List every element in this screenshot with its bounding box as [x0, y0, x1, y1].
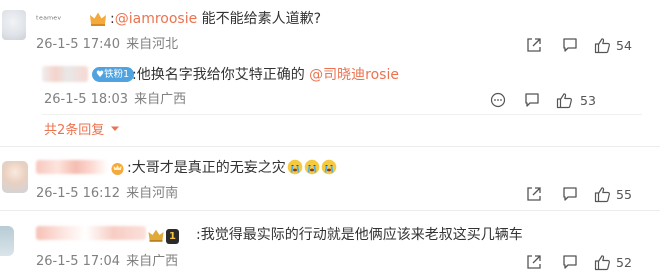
crown-icon	[148, 229, 164, 242]
share-button[interactable]	[524, 252, 544, 272]
avatar[interactable]	[0, 226, 14, 256]
reply-location: 来自广西	[134, 92, 187, 107]
thumbs-up-icon	[594, 37, 610, 53]
more-icon	[490, 92, 506, 108]
comment-time: 26-1-5 17:40	[36, 37, 121, 52]
comment-username[interactable]	[36, 226, 146, 240]
like-count: 55	[616, 187, 632, 202]
comment-location: 来自河北	[126, 37, 179, 52]
comment-item: ᵗᵉᵃᵐᵉᵛ :@iamroosie 能不能给素人道歉? 26-1-5 17:4…	[0, 0, 660, 60]
like-count: 52	[616, 255, 632, 270]
crying-emoji-icon	[304, 159, 320, 175]
share-icon	[527, 255, 541, 269]
avatar[interactable]	[2, 161, 28, 193]
like-button[interactable]	[592, 35, 612, 55]
comment-text: :大哥才是真正的无妄之灾	[127, 159, 337, 177]
reply-time: 26-1-5 18:03	[44, 92, 129, 107]
share-button[interactable]	[524, 184, 544, 204]
like-button[interactable]	[592, 184, 612, 204]
comment-icon	[563, 255, 577, 269]
comment-time: 26-1-5 17:04	[36, 254, 121, 269]
comment-location: 来自广西	[126, 254, 179, 269]
comment-button[interactable]	[560, 35, 580, 55]
comment-meta: 26-1-5 16:12 来自河南	[36, 186, 178, 202]
share-icon	[527, 187, 541, 201]
reply-text: :他换名字我给你艾特正确的 @司晓迪rosie	[132, 67, 399, 83]
reply-meta: 26-1-5 18:03 来自广西	[44, 92, 186, 108]
fan-badge: ♥铁粉1	[92, 67, 135, 82]
comment-text: :@iamroosie 能不能给素人道歉?	[110, 11, 322, 27]
thumbs-up-icon	[594, 254, 610, 270]
comment-icon	[525, 93, 539, 107]
comment-icon	[563, 38, 577, 52]
comment-location: 来自河南	[126, 186, 179, 201]
avatar[interactable]	[2, 10, 26, 40]
comment-icon	[563, 187, 577, 201]
comment-button[interactable]	[560, 184, 580, 204]
like-count: 54	[616, 38, 632, 53]
crown-icon	[111, 163, 124, 175]
comment-meta: 26-1-5 17:40 来自河北	[36, 37, 178, 53]
vip-badge: 1	[166, 229, 179, 244]
reply-divider	[42, 114, 642, 115]
comment-divider	[0, 146, 660, 147]
thumbs-up-icon	[556, 92, 572, 108]
view-replies-button[interactable]: 共2条回复	[44, 123, 120, 139]
comment-username[interactable]: ᵗᵉᵃᵐᵉᵛ	[36, 12, 62, 30]
mention-link[interactable]: @iamroosie	[115, 11, 197, 27]
crown-icon	[90, 12, 106, 26]
comment-meta: 26-1-5 17:04 来自广西	[36, 254, 178, 270]
share-icon	[527, 38, 541, 52]
like-button[interactable]	[554, 90, 574, 110]
like-count: 53	[580, 93, 596, 108]
comment-divider	[0, 210, 660, 211]
crying-emoji-icon	[321, 159, 337, 175]
mention-link[interactable]: @司晓迪rosie	[309, 67, 399, 83]
comment-button[interactable]	[522, 90, 542, 110]
more-button[interactable]	[488, 90, 508, 110]
comment-time: 26-1-5 16:12	[36, 186, 121, 201]
like-button[interactable]	[592, 252, 612, 272]
comment-item: 1 :我觉得最实际的行动就是他俩应该来老叔这买几辆车 26-1-5 17:04 来…	[0, 214, 660, 277]
comment-username[interactable]	[36, 160, 108, 174]
comment-item: :大哥才是真正的无妄之灾 26-1-5 16:12 来自河南 55	[0, 150, 660, 206]
reply-item: ♥铁粉1 :他换名字我给你艾特正确的 @司晓迪rosie 26-1-5 18:0…	[0, 58, 660, 118]
comment-button[interactable]	[560, 252, 580, 272]
thumbs-up-icon	[594, 186, 610, 202]
comment-text: :我觉得最实际的行动就是他俩应该来老叔这买几辆车	[196, 227, 523, 243]
chevron-down-icon	[111, 126, 120, 131]
share-button[interactable]	[524, 35, 544, 55]
reply-username[interactable]	[42, 66, 88, 82]
crying-emoji-icon	[287, 159, 303, 175]
